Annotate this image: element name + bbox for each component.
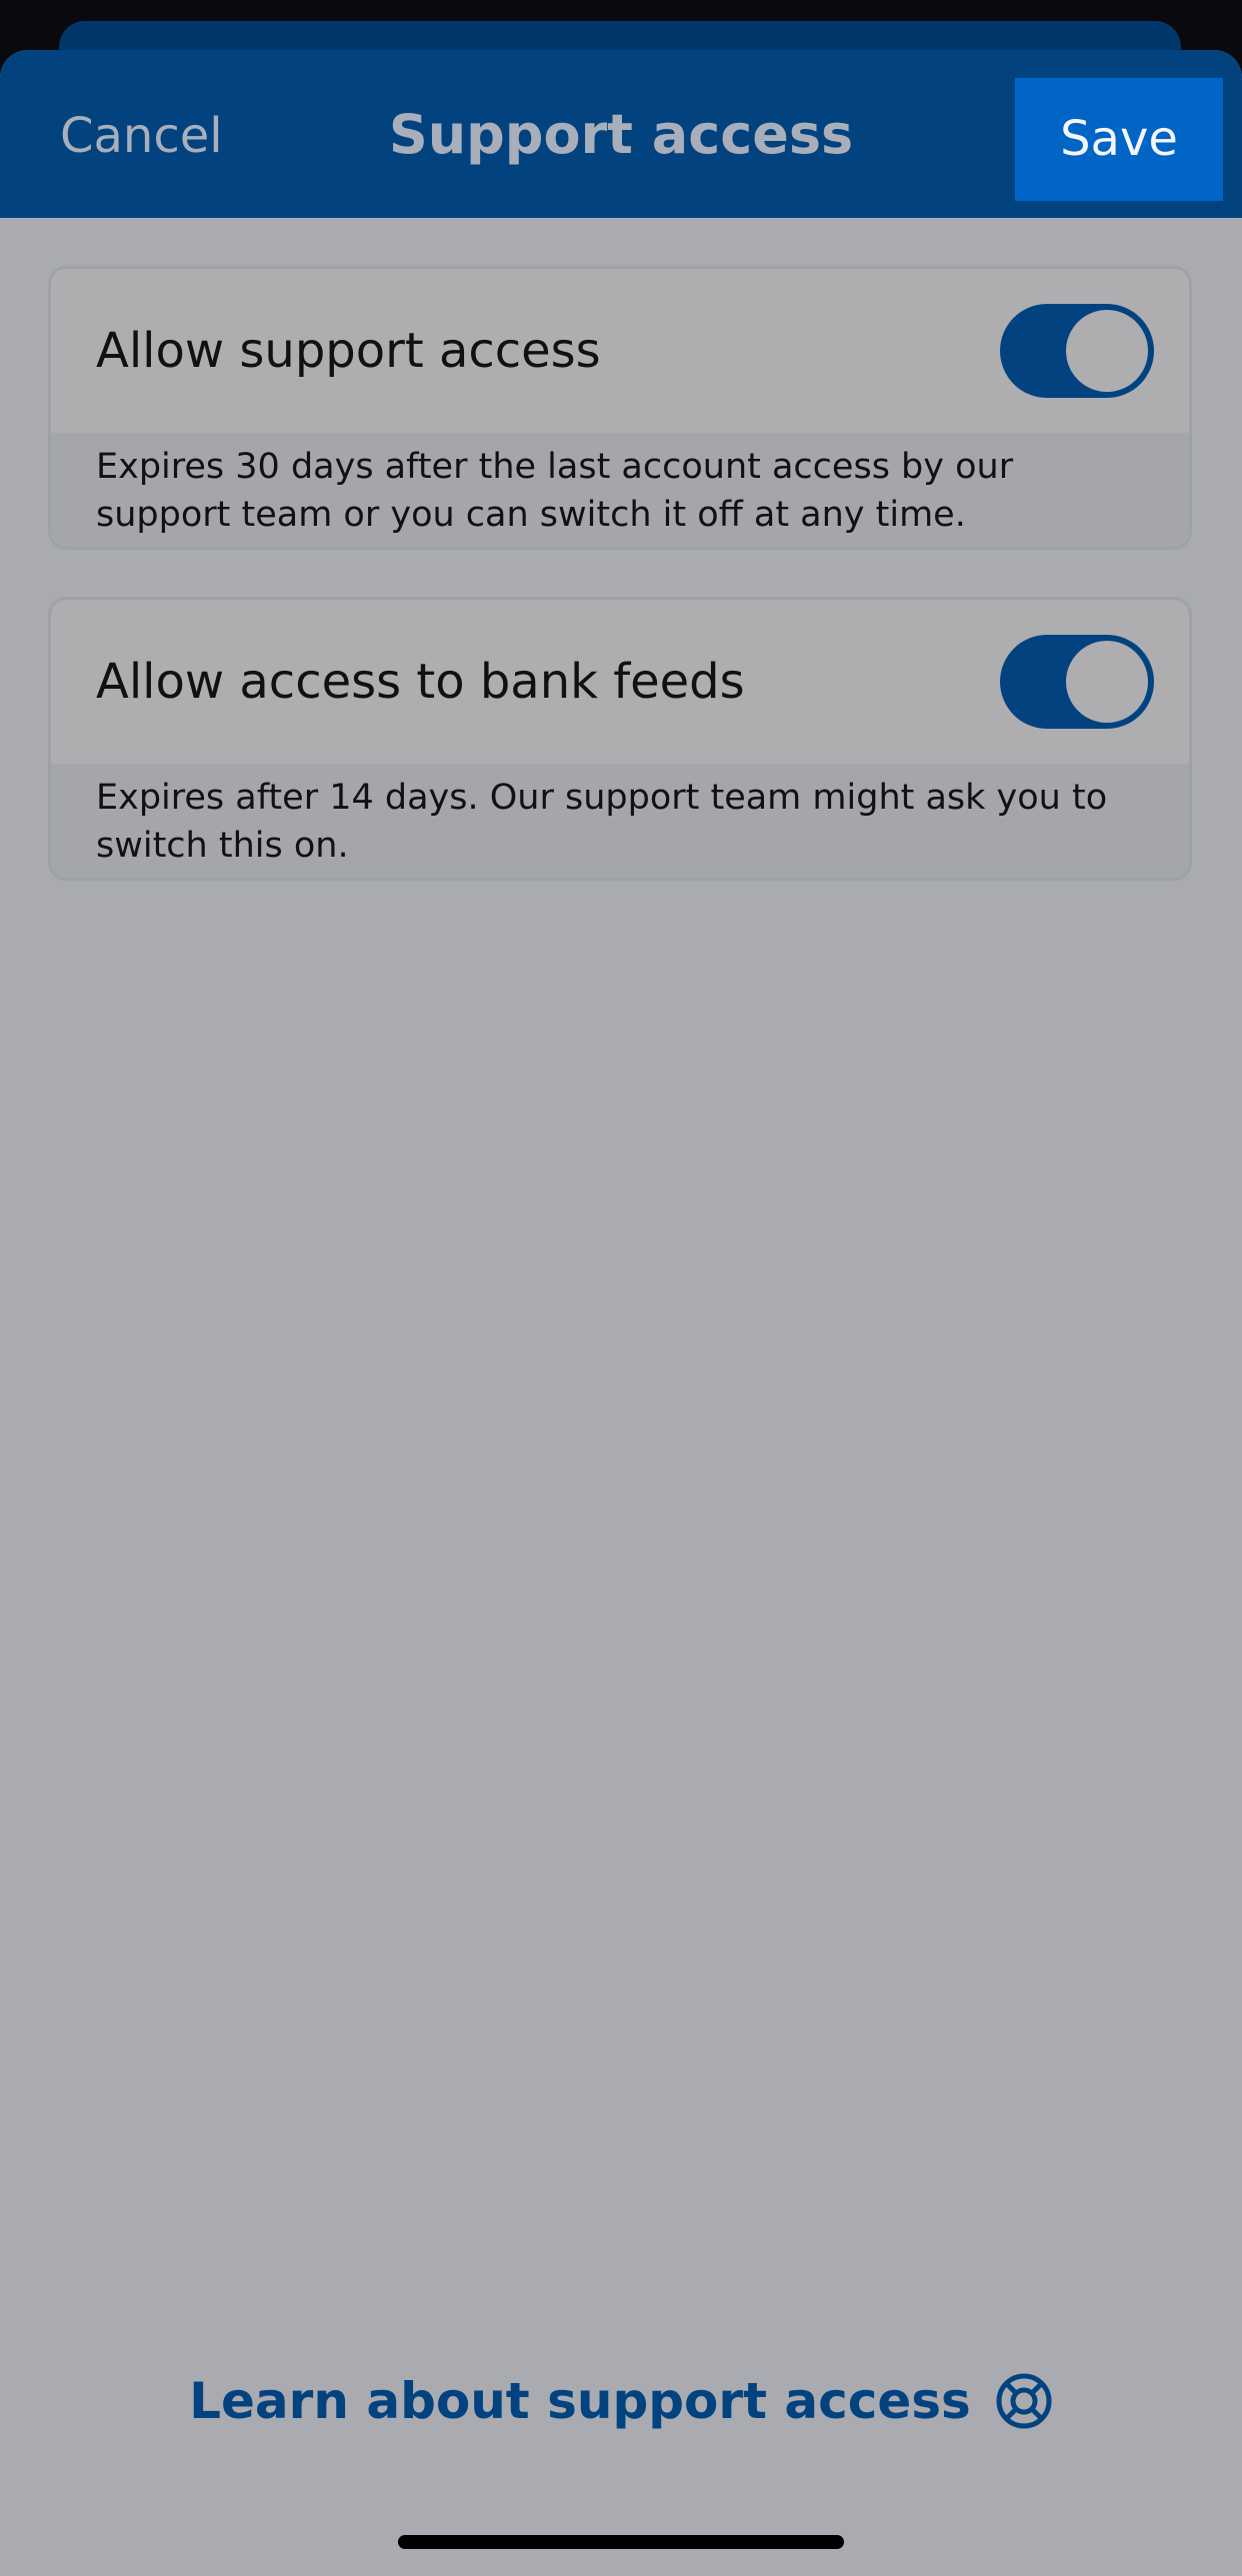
bank-feeds-description: Expires after 14 days. Our support team … [96,778,1108,866]
learn-link-label: Learn about support access [189,2372,971,2430]
learn-about-support-access-link[interactable]: Learn about support access [0,2361,1242,2441]
header-bar: Cancel Support access Save [0,50,1242,218]
support-access-toggle[interactable] [1000,304,1154,398]
save-button[interactable]: Save [1015,78,1223,201]
support-access-card: Allow support access Expires 30 days aft… [48,266,1192,550]
bank-feeds-row: Allow access to bank feeds [51,600,1189,764]
bank-feeds-toggle[interactable] [1000,635,1154,729]
toggle-knob [1066,641,1148,723]
lifebuoy-icon [996,2373,1052,2429]
bank-feeds-card: Allow access to bank feeds Expires after… [48,597,1192,881]
support-access-row: Allow support access [51,269,1189,433]
cancel-button[interactable]: Cancel [60,104,223,168]
toggle-knob [1066,310,1148,392]
support-access-label: Allow support access [96,323,601,379]
support-access-sheet: Cancel Support access Save Allow support… [0,50,1242,2576]
bank-feeds-label: Allow access to bank feeds [96,654,745,710]
support-access-description: Expires 30 days after the last account a… [96,447,1014,535]
home-indicator [398,2535,844,2549]
